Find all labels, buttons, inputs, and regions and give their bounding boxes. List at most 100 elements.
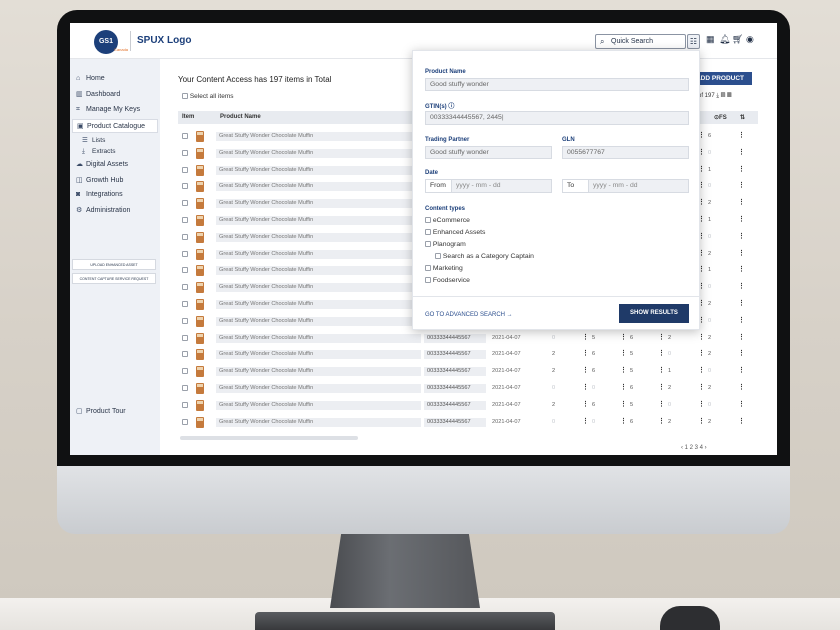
product-name-cell[interactable]: Great Stuffy Wonder Chocolate Muffin (216, 300, 421, 309)
row-checkbox[interactable] (182, 233, 188, 240)
product-name-cell[interactable]: Great Stuffy Wonder Chocolate Muffin (216, 266, 421, 276)
more-icon[interactable]: ⋮ (582, 417, 589, 425)
row-menu-icon[interactable]: ⋮ (738, 383, 745, 391)
row-menu-icon[interactable]: ⋮ (738, 299, 745, 307)
more-icon[interactable]: ⋮ (698, 400, 705, 408)
select-all-checkbox[interactable]: Select all items (182, 93, 234, 100)
more-icon[interactable]: ⋮ (582, 383, 589, 391)
more-icon[interactable]: ⋮ (620, 366, 627, 374)
row-checkbox[interactable] (182, 133, 188, 139)
trading-partner-input[interactable]: Good stuffy wonder (425, 146, 552, 159)
product-thumbnail[interactable] (196, 198, 204, 210)
list-view-icon[interactable]: ▤ (721, 93, 726, 99)
more-icon[interactable]: ⋮ (582, 333, 589, 341)
gln-input[interactable]: 0055677767 (562, 146, 689, 159)
sidebar-item-digital-assets[interactable]: ☁ Digital Assets (76, 160, 128, 168)
more-icon[interactable]: ⋮ (620, 349, 627, 357)
sidebar-item-manage-keys[interactable]: ⌗ Manage My Keys (76, 106, 140, 114)
product-thumbnail[interactable] (196, 332, 204, 344)
upload-enhanced-asset-button[interactable]: UPLOAD ENHANCED ASSET (72, 259, 156, 270)
product-thumbnail[interactable] (196, 349, 204, 361)
show-results-button[interactable]: SHOW RESULTS (619, 304, 689, 323)
pagination[interactable]: ‹ 1 2 3 4 › (681, 445, 707, 451)
row-checkbox[interactable] (182, 401, 188, 408)
product-name-cell[interactable]: Great Stuffy Wonder Chocolate Muffin (216, 350, 421, 360)
product-name-cell[interactable]: Great Stuffy Wonder Chocolate Muffin (216, 148, 421, 158)
row-checkbox[interactable] (182, 385, 188, 391)
row-checkbox[interactable] (182, 149, 188, 156)
sidebar-item-product-catalogue[interactable]: ▣ Product Catalogue (72, 119, 158, 133)
row-menu-icon[interactable]: ⋮ (738, 316, 745, 324)
product-thumbnail[interactable] (196, 399, 204, 411)
sidebar-item-lists[interactable]: ☰ Lists (82, 136, 105, 144)
sidebar-item-dashboard[interactable]: ▥ Dashboard (76, 90, 120, 98)
row-menu-icon[interactable]: ⋮ (738, 215, 745, 223)
product-name-cell[interactable]: Great Stuffy Wonder Chocolate Muffin (216, 216, 421, 225)
table-row[interactable]: Great Stuffy Wonder Chocolate Muffin 0033… (178, 382, 758, 395)
download-icon[interactable]: ⤓ (716, 93, 719, 99)
table-row[interactable]: Great Stuffy Wonder Chocolate Muffin 0033… (178, 416, 758, 429)
more-icon[interactable]: ⋮ (658, 417, 665, 425)
row-menu-icon[interactable]: ⋮ (738, 165, 745, 173)
gtin-input[interactable]: 00333344445567, 2445| (425, 111, 689, 125)
row-checkbox[interactable] (182, 301, 188, 307)
row-menu-icon[interactable]: ⋮ (738, 148, 745, 156)
content-type-enhanced-assets[interactable]: Enhanced Assets (425, 229, 485, 236)
row-checkbox[interactable] (182, 351, 188, 358)
row-menu-icon[interactable]: ⋮ (738, 349, 745, 357)
date-from-input[interactable]: From yyyy - mm - dd (425, 179, 552, 193)
row-menu-icon[interactable]: ⋮ (738, 131, 745, 139)
row-menu-icon[interactable]: ⋮ (738, 282, 745, 290)
row-checkbox[interactable] (182, 317, 188, 324)
content-capture-request-button[interactable]: CONTENT CAPTURE SERVICE REQUEST (72, 273, 156, 284)
column-header-name[interactable]: Product Name (220, 114, 261, 120)
row-checkbox[interactable] (182, 334, 188, 341)
more-icon[interactable]: ⋮ (658, 349, 665, 357)
more-icon[interactable]: ⋮ (582, 366, 589, 374)
more-icon[interactable]: ⋮ (698, 333, 705, 341)
product-name-cell[interactable]: Great Stuffy Wonder Chocolate Muffin (216, 165, 421, 175)
more-icon[interactable]: ⋮ (658, 366, 665, 374)
row-checkbox[interactable] (182, 284, 188, 291)
row-menu-icon[interactable]: ⋮ (738, 181, 745, 189)
advanced-search-link[interactable]: GO TO ADVANCED SEARCH → (425, 312, 513, 318)
product-tour-link[interactable]: ▢ Product Tour (76, 407, 126, 415)
product-name-cell[interactable]: Great Stuffy Wonder Chocolate Muffin (216, 333, 421, 343)
more-icon[interactable]: ⋮ (620, 417, 627, 425)
more-icon[interactable]: ⋮ (698, 366, 705, 374)
row-checkbox[interactable] (182, 166, 188, 173)
content-type-category-captain[interactable]: Search as a Category Captain (435, 253, 534, 260)
product-name-cell[interactable]: Great Stuffy Wonder Chocolate Muffin (216, 283, 421, 293)
more-icon[interactable]: ⋮ (620, 333, 627, 341)
product-thumbnail[interactable] (196, 299, 204, 310)
row-checkbox[interactable] (182, 250, 188, 257)
row-menu-icon[interactable]: ⋮ (738, 249, 745, 257)
product-name-cell[interactable]: Great Stuffy Wonder Chocolate Muffin (216, 367, 421, 377)
product-name-cell[interactable]: Great Stuffy Wonder Chocolate Muffin (216, 384, 421, 393)
row-menu-icon[interactable]: ⋮ (738, 366, 745, 374)
cart-icon[interactable]: 🛒︎ (732, 34, 743, 45)
row-menu-icon[interactable]: ⋮ (738, 333, 745, 341)
row-menu-icon[interactable]: ⋮ (738, 417, 745, 425)
product-thumbnail[interactable] (196, 181, 204, 193)
product-thumbnail[interactable] (196, 231, 204, 243)
sidebar-item-growth-hub[interactable]: ◫ Growth Hub (76, 176, 123, 184)
horizontal-scrollbar[interactable] (180, 436, 358, 440)
more-icon[interactable]: ⋮ (582, 349, 589, 357)
row-checkbox[interactable] (182, 418, 188, 425)
content-type-ecommerce[interactable]: eCommerce (425, 217, 470, 224)
more-icon[interactable]: ⋮ (620, 383, 627, 391)
more-icon[interactable]: ⋮ (698, 383, 705, 391)
bell-icon[interactable]: 🔔︎ (719, 34, 730, 45)
product-thumbnail[interactable] (196, 147, 204, 159)
row-menu-icon[interactable]: ⋮ (738, 265, 745, 273)
table-row[interactable]: Great Stuffy Wonder Chocolate Muffin 0033… (178, 348, 758, 361)
sidebar-item-administration[interactable]: ⚙ Administration (76, 206, 130, 214)
content-type-foodservice[interactable]: Foodservice (425, 277, 470, 284)
more-icon[interactable]: ⋮ (582, 400, 589, 408)
more-icon[interactable]: ⋮ (698, 349, 705, 357)
quick-search-input[interactable]: ⌕ Quick Search (595, 34, 686, 49)
product-thumbnail[interactable] (196, 131, 204, 142)
table-row[interactable]: Great Stuffy Wonder Chocolate Muffin 0033… (178, 399, 758, 412)
product-name-cell[interactable]: Great Stuffy Wonder Chocolate Muffin (216, 232, 421, 242)
